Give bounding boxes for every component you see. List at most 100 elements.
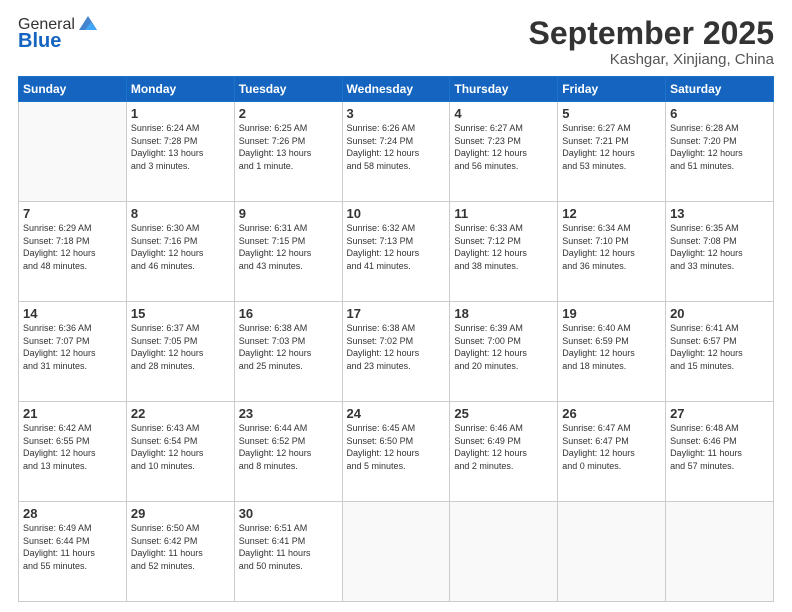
calendar-cell: 20Sunrise: 6:41 AM Sunset: 6:57 PM Dayli… xyxy=(666,302,774,402)
day-info: Sunrise: 6:50 AM Sunset: 6:42 PM Dayligh… xyxy=(131,522,230,572)
calendar-cell: 9Sunrise: 6:31 AM Sunset: 7:15 PM Daylig… xyxy=(234,202,342,302)
header: General Blue September 2025 Kashgar, Xin… xyxy=(18,16,774,68)
day-info: Sunrise: 6:40 AM Sunset: 6:59 PM Dayligh… xyxy=(562,322,661,372)
calendar-row-1: 7Sunrise: 6:29 AM Sunset: 7:18 PM Daylig… xyxy=(19,202,774,302)
header-tuesday: Tuesday xyxy=(234,77,342,102)
calendar-cell xyxy=(19,102,127,202)
calendar-cell xyxy=(342,502,450,602)
header-wednesday: Wednesday xyxy=(342,77,450,102)
calendar-cell: 29Sunrise: 6:50 AM Sunset: 6:42 PM Dayli… xyxy=(126,502,234,602)
day-info: Sunrise: 6:51 AM Sunset: 6:41 PM Dayligh… xyxy=(239,522,338,572)
day-number: 16 xyxy=(239,306,338,321)
day-info: Sunrise: 6:33 AM Sunset: 7:12 PM Dayligh… xyxy=(454,222,553,272)
calendar-cell: 30Sunrise: 6:51 AM Sunset: 6:41 PM Dayli… xyxy=(234,502,342,602)
calendar-cell: 13Sunrise: 6:35 AM Sunset: 7:08 PM Dayli… xyxy=(666,202,774,302)
day-number: 6 xyxy=(670,106,769,121)
calendar-cell: 7Sunrise: 6:29 AM Sunset: 7:18 PM Daylig… xyxy=(19,202,127,302)
day-number: 13 xyxy=(670,206,769,221)
day-number: 20 xyxy=(670,306,769,321)
day-info: Sunrise: 6:45 AM Sunset: 6:50 PM Dayligh… xyxy=(347,422,446,472)
day-info: Sunrise: 6:29 AM Sunset: 7:18 PM Dayligh… xyxy=(23,222,122,272)
day-number: 12 xyxy=(562,206,661,221)
logo-icon xyxy=(77,12,99,34)
day-info: Sunrise: 6:48 AM Sunset: 6:46 PM Dayligh… xyxy=(670,422,769,472)
day-info: Sunrise: 6:38 AM Sunset: 7:03 PM Dayligh… xyxy=(239,322,338,372)
day-number: 25 xyxy=(454,406,553,421)
calendar-cell: 28Sunrise: 6:49 AM Sunset: 6:44 PM Dayli… xyxy=(19,502,127,602)
day-number: 17 xyxy=(347,306,446,321)
calendar-cell: 11Sunrise: 6:33 AM Sunset: 7:12 PM Dayli… xyxy=(450,202,558,302)
day-number: 27 xyxy=(670,406,769,421)
calendar-cell xyxy=(558,502,666,602)
day-number: 3 xyxy=(347,106,446,121)
calendar-cell: 15Sunrise: 6:37 AM Sunset: 7:05 PM Dayli… xyxy=(126,302,234,402)
day-number: 2 xyxy=(239,106,338,121)
day-number: 11 xyxy=(454,206,553,221)
day-info: Sunrise: 6:49 AM Sunset: 6:44 PM Dayligh… xyxy=(23,522,122,572)
day-info: Sunrise: 6:42 AM Sunset: 6:55 PM Dayligh… xyxy=(23,422,122,472)
day-info: Sunrise: 6:41 AM Sunset: 6:57 PM Dayligh… xyxy=(670,322,769,372)
calendar-cell: 16Sunrise: 6:38 AM Sunset: 7:03 PM Dayli… xyxy=(234,302,342,402)
day-number: 14 xyxy=(23,306,122,321)
day-number: 19 xyxy=(562,306,661,321)
calendar-cell: 4Sunrise: 6:27 AM Sunset: 7:23 PM Daylig… xyxy=(450,102,558,202)
calendar-cell: 5Sunrise: 6:27 AM Sunset: 7:21 PM Daylig… xyxy=(558,102,666,202)
day-info: Sunrise: 6:28 AM Sunset: 7:20 PM Dayligh… xyxy=(670,122,769,172)
calendar-cell: 23Sunrise: 6:44 AM Sunset: 6:52 PM Dayli… xyxy=(234,402,342,502)
day-number: 22 xyxy=(131,406,230,421)
calendar-cell: 21Sunrise: 6:42 AM Sunset: 6:55 PM Dayli… xyxy=(19,402,127,502)
day-info: Sunrise: 6:43 AM Sunset: 6:54 PM Dayligh… xyxy=(131,422,230,472)
day-number: 7 xyxy=(23,206,122,221)
day-info: Sunrise: 6:30 AM Sunset: 7:16 PM Dayligh… xyxy=(131,222,230,272)
day-info: Sunrise: 6:38 AM Sunset: 7:02 PM Dayligh… xyxy=(347,322,446,372)
header-saturday: Saturday xyxy=(666,77,774,102)
day-number: 18 xyxy=(454,306,553,321)
header-friday: Friday xyxy=(558,77,666,102)
day-number: 15 xyxy=(131,306,230,321)
day-info: Sunrise: 6:25 AM Sunset: 7:26 PM Dayligh… xyxy=(239,122,338,172)
day-number: 5 xyxy=(562,106,661,121)
day-number: 28 xyxy=(23,506,122,521)
calendar-cell: 27Sunrise: 6:48 AM Sunset: 6:46 PM Dayli… xyxy=(666,402,774,502)
day-info: Sunrise: 6:44 AM Sunset: 6:52 PM Dayligh… xyxy=(239,422,338,472)
day-info: Sunrise: 6:27 AM Sunset: 7:21 PM Dayligh… xyxy=(562,122,661,172)
title-block: September 2025 Kashgar, Xinjiang, China xyxy=(529,16,774,68)
header-thursday: Thursday xyxy=(450,77,558,102)
header-monday: Monday xyxy=(126,77,234,102)
day-info: Sunrise: 6:47 AM Sunset: 6:47 PM Dayligh… xyxy=(562,422,661,472)
calendar-cell: 3Sunrise: 6:26 AM Sunset: 7:24 PM Daylig… xyxy=(342,102,450,202)
weekday-header-row: Sunday Monday Tuesday Wednesday Thursday… xyxy=(19,77,774,102)
calendar-cell: 1Sunrise: 6:24 AM Sunset: 7:28 PM Daylig… xyxy=(126,102,234,202)
header-sunday: Sunday xyxy=(19,77,127,102)
day-info: Sunrise: 6:24 AM Sunset: 7:28 PM Dayligh… xyxy=(131,122,230,172)
location: Kashgar, Xinjiang, China xyxy=(529,51,774,68)
day-info: Sunrise: 6:32 AM Sunset: 7:13 PM Dayligh… xyxy=(347,222,446,272)
day-number: 10 xyxy=(347,206,446,221)
calendar-cell: 25Sunrise: 6:46 AM Sunset: 6:49 PM Dayli… xyxy=(450,402,558,502)
calendar-cell: 19Sunrise: 6:40 AM Sunset: 6:59 PM Dayli… xyxy=(558,302,666,402)
calendar-cell: 12Sunrise: 6:34 AM Sunset: 7:10 PM Dayli… xyxy=(558,202,666,302)
day-number: 29 xyxy=(131,506,230,521)
calendar-cell: 8Sunrise: 6:30 AM Sunset: 7:16 PM Daylig… xyxy=(126,202,234,302)
day-info: Sunrise: 6:36 AM Sunset: 7:07 PM Dayligh… xyxy=(23,322,122,372)
calendar-row-0: 1Sunrise: 6:24 AM Sunset: 7:28 PM Daylig… xyxy=(19,102,774,202)
day-info: Sunrise: 6:31 AM Sunset: 7:15 PM Dayligh… xyxy=(239,222,338,272)
day-info: Sunrise: 6:37 AM Sunset: 7:05 PM Dayligh… xyxy=(131,322,230,372)
calendar-cell: 17Sunrise: 6:38 AM Sunset: 7:02 PM Dayli… xyxy=(342,302,450,402)
day-number: 30 xyxy=(239,506,338,521)
day-number: 8 xyxy=(131,206,230,221)
calendar-cell xyxy=(666,502,774,602)
calendar-cell: 6Sunrise: 6:28 AM Sunset: 7:20 PM Daylig… xyxy=(666,102,774,202)
calendar-cell: 2Sunrise: 6:25 AM Sunset: 7:26 PM Daylig… xyxy=(234,102,342,202)
calendar-cell: 22Sunrise: 6:43 AM Sunset: 6:54 PM Dayli… xyxy=(126,402,234,502)
calendar-cell xyxy=(450,502,558,602)
month-title: September 2025 xyxy=(529,16,774,51)
day-number: 23 xyxy=(239,406,338,421)
calendar-cell: 18Sunrise: 6:39 AM Sunset: 7:00 PM Dayli… xyxy=(450,302,558,402)
day-info: Sunrise: 6:34 AM Sunset: 7:10 PM Dayligh… xyxy=(562,222,661,272)
day-number: 1 xyxy=(131,106,230,121)
page: General Blue September 2025 Kashgar, Xin… xyxy=(0,0,792,612)
day-number: 9 xyxy=(239,206,338,221)
calendar-cell: 24Sunrise: 6:45 AM Sunset: 6:50 PM Dayli… xyxy=(342,402,450,502)
day-info: Sunrise: 6:27 AM Sunset: 7:23 PM Dayligh… xyxy=(454,122,553,172)
